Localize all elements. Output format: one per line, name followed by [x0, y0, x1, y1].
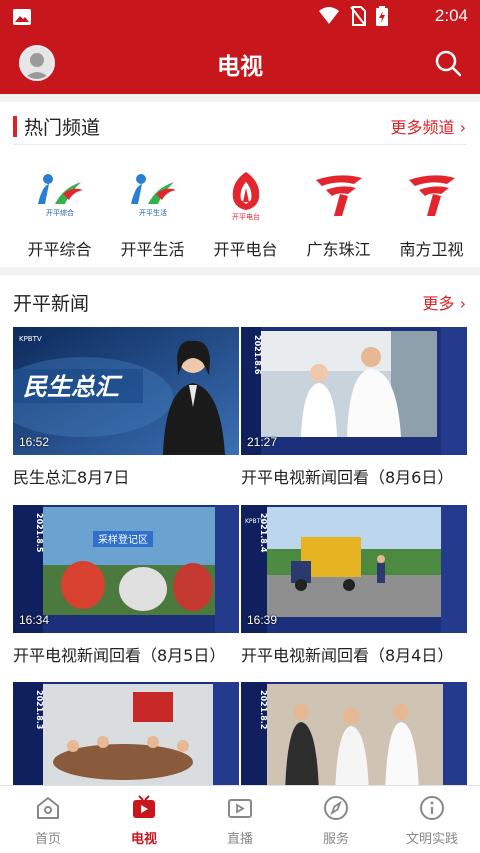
wifi-icon — [319, 7, 339, 24]
tab-home[interactable]: 首页 — [0, 786, 96, 853]
channel-kaiping-general[interactable]: 开平综合 开平综合 — [13, 160, 106, 260]
video-thumbnail: 2021.8.2 — [241, 682, 467, 785]
tab-service[interactable]: 服务 — [288, 786, 384, 853]
no-sim-icon — [350, 6, 366, 26]
channel-label: 南方卫视 — [399, 240, 464, 259]
tab-tv[interactable]: 电视 — [96, 786, 192, 853]
tab-civilization-practice[interactable]: 文明实践 — [384, 786, 480, 853]
channel-guangdong-zhujiang[interactable]: 广东珠江 — [292, 160, 385, 260]
app-header: 电视 — [0, 34, 480, 94]
more-news-link[interactable]: 更多 › — [423, 290, 467, 314]
svg-text:2021.8.6: 2021.8.6 — [253, 335, 262, 375]
status-bar: 2:04 — [0, 0, 480, 34]
svg-text:民生总汇: 民生总汇 — [23, 373, 123, 401]
video-thumbnail: 2021.8.4 KPBTV 16:39 — [241, 505, 467, 633]
home-icon — [37, 797, 59, 819]
bottom-tab-bar: 首页 电视 直播 服务 文明实践 — [0, 785, 480, 853]
video-thumbnail: 采样登记区 2021.8.5 16:34 — [13, 505, 239, 633]
channel-kaiping-radio[interactable]: 开平电台 开平电台 — [199, 160, 292, 260]
svg-text:开平电台: 开平电台 — [232, 212, 260, 221]
video-title: 民生总汇8月7日 — [13, 468, 130, 487]
video-title: 开平电视新闻回看（8月4日） — [241, 646, 454, 665]
tv-icon — [133, 795, 155, 818]
video-thumbnail: 2021.8.3 — [13, 682, 239, 785]
video-title: 开平电视新闻回看（8月5日） — [13, 646, 226, 665]
channel-kaiping-life[interactable]: 开平生活 开平生活 — [106, 160, 199, 260]
status-time: 2:04 — [434, 6, 468, 25]
kaiping-news-section: 开平新闻 更多 › 民生总汇 KPBTV 16:52 民生总汇8月7日 2021… — [0, 275, 480, 785]
video-duration: 16:34 — [19, 613, 50, 627]
channel-label: 开平综合 — [27, 240, 92, 259]
svg-text:2021.8.3: 2021.8.3 — [35, 690, 44, 729]
section-marker — [13, 116, 17, 137]
more-channels-link[interactable]: 更多频道 › — [391, 114, 467, 138]
live-icon — [228, 799, 252, 818]
page-title: 电视 — [217, 54, 263, 80]
svg-text:KPBTV: KPBTV — [245, 518, 265, 525]
tab-label: 文明实践 — [405, 832, 458, 847]
channel-list: 开平综合 开平综合 开平生活 开平生活 开平电台 开平电台 广东珠江 南方卫视 — [0, 160, 480, 260]
channel-label: 广东珠江 — [306, 240, 371, 259]
tab-label: 首页 — [34, 832, 61, 847]
video-thumbnail: 2021.8.6 21:27 — [241, 327, 467, 455]
video-duration: 16:52 — [19, 435, 50, 449]
svg-text:开平生活: 开平生活 — [139, 208, 167, 217]
channel-label: 开平生活 — [120, 240, 185, 259]
channel-label: 开平电台 — [213, 240, 278, 259]
section-title: 开平新闻 — [13, 293, 90, 315]
svg-text:采样登记区: 采样登记区 — [98, 533, 148, 546]
svg-text:开平综合: 开平综合 — [46, 208, 74, 217]
kaiping-general-logo: 开平综合 — [38, 174, 83, 217]
divider — [13, 144, 467, 145]
radio-logo: 开平电台 — [232, 172, 260, 221]
tab-live[interactable]: 直播 — [192, 786, 288, 853]
channel-southern-tv[interactable]: 南方卫视 — [385, 160, 478, 260]
kaiping-life-logo: 开平生活 — [131, 174, 176, 217]
tab-label: 电视 — [130, 832, 157, 847]
gdtv-logo — [409, 175, 455, 216]
section-title: 热门频道 — [24, 117, 101, 139]
svg-text:KPBTV: KPBTV — [19, 335, 42, 343]
info-icon — [420, 796, 444, 820]
compass-icon — [324, 796, 348, 820]
video-thumbnail: 民生总汇 KPBTV 16:52 — [13, 327, 239, 455]
hot-channels-section: 热门频道 更多频道 › 开平综合 开平综合 开平生活 开平生活 开平电台 开平电… — [0, 102, 480, 267]
tab-label: 服务 — [322, 832, 349, 847]
gallery-notification-icon — [13, 9, 31, 25]
video-duration: 16:39 — [247, 613, 278, 627]
video-title: 开平电视新闻回看（8月6日） — [241, 468, 454, 487]
battery-icon — [376, 6, 388, 26]
gdtv-logo — [316, 175, 362, 216]
svg-text:2021.8.5: 2021.8.5 — [35, 513, 44, 553]
tab-label: 直播 — [226, 832, 253, 847]
svg-text:2021.8.2: 2021.8.2 — [259, 690, 268, 729]
search-icon[interactable] — [432, 47, 464, 79]
video-duration: 21:27 — [247, 435, 278, 449]
